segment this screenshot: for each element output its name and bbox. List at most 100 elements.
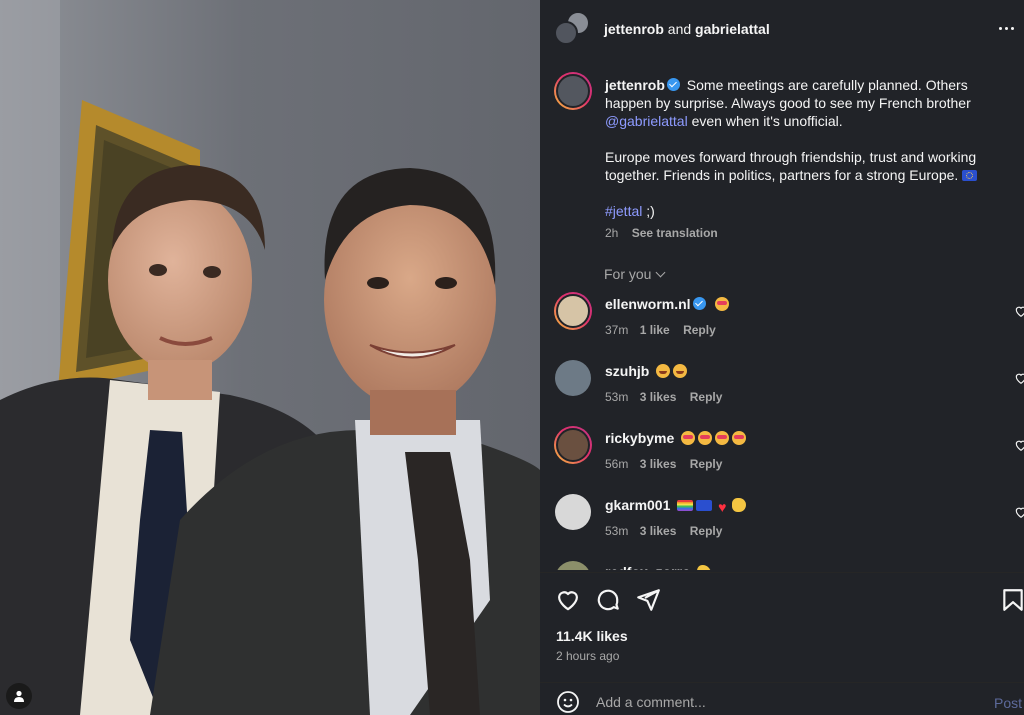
comment-composer: Post: [540, 682, 1024, 715]
comment-avatar[interactable]: [555, 494, 591, 530]
heart-icon[interactable]: [1014, 438, 1024, 452]
comment-likes[interactable]: 3 likes: [640, 524, 677, 538]
reply-button[interactable]: Reply: [690, 524, 723, 538]
collab-avatars[interactable]: [554, 11, 590, 47]
post-side-panel: jettenrob and gabrielattal jettenrob Som…: [540, 0, 1024, 715]
hashtag-link[interactable]: #jettal: [605, 203, 642, 219]
caption-time[interactable]: 2h: [605, 226, 618, 240]
comment-time[interactable]: 53m: [605, 524, 628, 538]
comment-avatar[interactable]: [555, 360, 591, 396]
see-translation-button[interactable]: See translation: [632, 226, 718, 240]
photo-image: [0, 0, 540, 715]
heart-icon[interactable]: [1014, 371, 1024, 385]
post-timestamp[interactable]: 2 hours ago: [556, 649, 619, 663]
star-struck-emoji-icon: [681, 431, 696, 445]
avatar: [554, 21, 578, 45]
hashtag-suffix: ;): [646, 203, 655, 219]
header-username-1[interactable]: jettenrob: [604, 21, 664, 37]
post-photo[interactable]: [0, 0, 540, 715]
post-actions: 11.4K likes 2 hours ago: [540, 572, 1024, 682]
comment-time[interactable]: 56m: [605, 457, 628, 471]
verified-badge-icon: [666, 78, 680, 91]
comment-time[interactable]: 37m: [605, 323, 628, 337]
more-options-button[interactable]: [994, 16, 1018, 40]
comment-likes[interactable]: 3 likes: [640, 457, 677, 471]
collab-title: jettenrob and gabrielattal: [604, 21, 770, 37]
comment-item: ellenworm.nl 37m 1 like Reply: [554, 292, 1024, 352]
more-icon-dot: [1004, 26, 1008, 30]
avatar: [556, 294, 590, 328]
comment-item: szuhjb 53m 3 likes Reply: [554, 359, 1024, 419]
star-struck-emoji-icon: [698, 431, 713, 445]
comment-item: rickybyme 56m 3 likes Reply: [554, 426, 1024, 486]
tagged-people-button[interactable]: [6, 683, 32, 709]
verified-badge-icon: [692, 297, 706, 310]
caption-text: jettenrob Some meetings are carefully pl…: [605, 76, 995, 220]
heart-icon[interactable]: [1014, 304, 1024, 318]
reply-button[interactable]: Reply: [683, 323, 716, 337]
header-joiner: and: [667, 21, 692, 37]
red-heart-emoji-icon: ♥: [718, 499, 727, 515]
comment-body: szuhjb: [605, 363, 688, 379]
comment-avatar[interactable]: [554, 426, 592, 464]
comment-avatar[interactable]: [554, 292, 592, 330]
star-struck-emoji-icon: [715, 431, 730, 445]
comments-filter-dropdown[interactable]: For you: [604, 266, 666, 282]
comment-meta: 53m 3 likes Reply: [605, 390, 722, 404]
filter-label: For you: [604, 266, 652, 282]
comment-username[interactable]: ellenworm.nl: [605, 296, 691, 312]
avatar: [556, 74, 590, 108]
reply-button[interactable]: Reply: [690, 390, 723, 404]
caption-meta: 2h See translation: [605, 226, 718, 240]
save-bookmark-icon[interactable]: [1000, 587, 1024, 613]
comment-body: redfox_zorro: [605, 564, 712, 570]
comment-body: rickybyme: [605, 430, 747, 446]
more-icon: [998, 26, 1002, 30]
comment-input[interactable]: [596, 691, 956, 713]
eu-flag-icon: [962, 170, 978, 181]
person-icon: [14, 690, 24, 702]
eu-flag-emoji-icon: [696, 500, 713, 511]
comment-username[interactable]: gkarm001: [605, 497, 670, 513]
smiling-face-with-hearts-emoji-icon: [673, 364, 688, 378]
flexed-biceps-emoji-icon: [697, 565, 712, 570]
header-username-2[interactable]: gabrielattal: [695, 21, 770, 37]
post-header: jettenrob and gabrielattal: [540, 0, 1024, 58]
likes-count[interactable]: 11.4K likes: [556, 628, 628, 644]
post-comment-button[interactable]: Post: [994, 695, 1022, 711]
star-struck-emoji-icon: [732, 431, 747, 445]
smiling-face-with-hearts-emoji-icon: [656, 364, 671, 378]
comment-likes[interactable]: 1 like: [640, 323, 670, 337]
reply-button[interactable]: Reply: [690, 457, 723, 471]
emoji-smiley-icon[interactable]: [556, 690, 580, 714]
comment-username[interactable]: rickybyme: [605, 430, 674, 446]
caption-username[interactable]: jettenrob: [605, 77, 665, 93]
comments-list[interactable]: ellenworm.nl 37m 1 like Reply szuhjb 53m…: [540, 292, 1024, 570]
comment-meta: 37m 1 like Reply: [605, 323, 716, 337]
caption-text-2: even when it's unofficial.: [691, 113, 843, 129]
clapping-hands-emoji-icon: [732, 498, 747, 512]
caption-avatar[interactable]: [554, 72, 592, 110]
rainbow-flag-emoji-icon: [677, 500, 694, 511]
comment-time[interactable]: 53m: [605, 390, 628, 404]
like-heart-icon[interactable]: [555, 587, 581, 613]
heart-icon[interactable]: [1014, 505, 1024, 519]
chevron-down-icon: [656, 267, 666, 278]
mention-link[interactable]: @gabrielattal: [605, 113, 688, 129]
comment-item: redfox_zorro: [554, 560, 1024, 570]
comment-bubble-icon[interactable]: [595, 587, 621, 613]
comment-body: gkarm001 ♥: [605, 497, 747, 515]
more-icon-dot: [1010, 26, 1014, 30]
avatar: [556, 428, 590, 462]
comment-item: gkarm001 ♥ 53m 3 likes Reply: [554, 493, 1024, 553]
comment-meta: 53m 3 likes Reply: [605, 524, 722, 538]
comment-username[interactable]: redfox_zorro: [605, 564, 691, 570]
comment-meta: 56m 3 likes Reply: [605, 457, 722, 471]
star-struck-emoji-icon: [715, 297, 730, 311]
comment-avatar[interactable]: [555, 561, 591, 570]
share-paper-plane-icon[interactable]: [635, 587, 661, 613]
caption-text-3: Europe moves forward through friendship,…: [605, 149, 977, 183]
comment-username[interactable]: szuhjb: [605, 363, 649, 379]
comment-body: ellenworm.nl: [605, 296, 730, 312]
comment-likes[interactable]: 3 likes: [640, 390, 677, 404]
